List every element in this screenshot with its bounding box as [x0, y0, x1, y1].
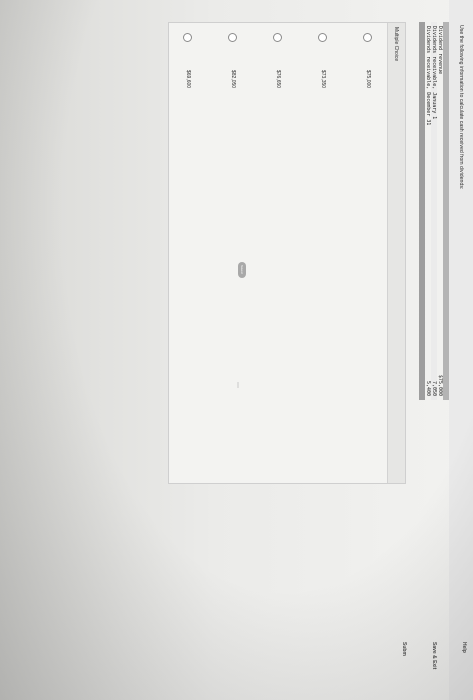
- row-amount: $75,000: [437, 374, 443, 396]
- choice-label: $82,050: [230, 70, 236, 89]
- footer-bar: Help Save & Exit Subm: [0, 640, 473, 700]
- table-header-bar: [443, 22, 449, 400]
- choice-option[interactable]: $82,050: [222, 33, 244, 88]
- dividends-data-table: Dividend revenue $75,000 Dividends recei…: [419, 22, 449, 400]
- multiple-choice-title: Multiple Choice: [387, 23, 405, 483]
- saved-status-badge: Saved: [238, 262, 246, 278]
- choice-option[interactable]: $69,600: [177, 33, 199, 88]
- submit-button[interactable]: Subm: [401, 642, 407, 656]
- radio-button[interactable]: [228, 33, 238, 42]
- row-label: Dividend revenue: [437, 26, 443, 75]
- choice-option[interactable]: $75,000: [357, 33, 379, 88]
- choice-label: $75,000: [365, 70, 371, 89]
- saved-label: Saved: [240, 265, 244, 274]
- save-exit-button[interactable]: Save & Exit: [431, 642, 437, 669]
- navigation-dots: ⋯: [234, 382, 240, 389]
- radio-button[interactable]: [363, 33, 373, 42]
- table-row: Dividend revenue $75,000: [437, 22, 443, 400]
- radio-button[interactable]: [183, 33, 193, 42]
- question-prompt: Use the following information to calcula…: [458, 25, 464, 190]
- radio-button[interactable]: [273, 33, 283, 42]
- choice-label: $76,650: [275, 70, 281, 89]
- row-amount: 5,400: [425, 380, 431, 396]
- table-row: Dividends receivable, January 1 7,050: [431, 22, 437, 400]
- choice-label: $73,350: [320, 70, 326, 89]
- row-label: Dividends receivable, December 31: [425, 26, 431, 126]
- row-amount: 7,050: [431, 380, 437, 396]
- screen-rotated: Use the following information to calcula…: [0, 0, 473, 700]
- help-button[interactable]: Help: [461, 642, 467, 653]
- multiple-choice-panel: Multiple Choice $75,000 $73,350 $76,650 …: [168, 22, 406, 484]
- radio-button[interactable]: [318, 33, 328, 42]
- choice-option[interactable]: $73,350: [312, 33, 334, 88]
- table-row: Dividends receivable, December 31 5,400: [425, 22, 431, 400]
- choice-option[interactable]: $76,650: [267, 33, 289, 88]
- row-label: Dividends receivable, January 1: [431, 26, 437, 120]
- choice-label: $69,600: [185, 70, 191, 89]
